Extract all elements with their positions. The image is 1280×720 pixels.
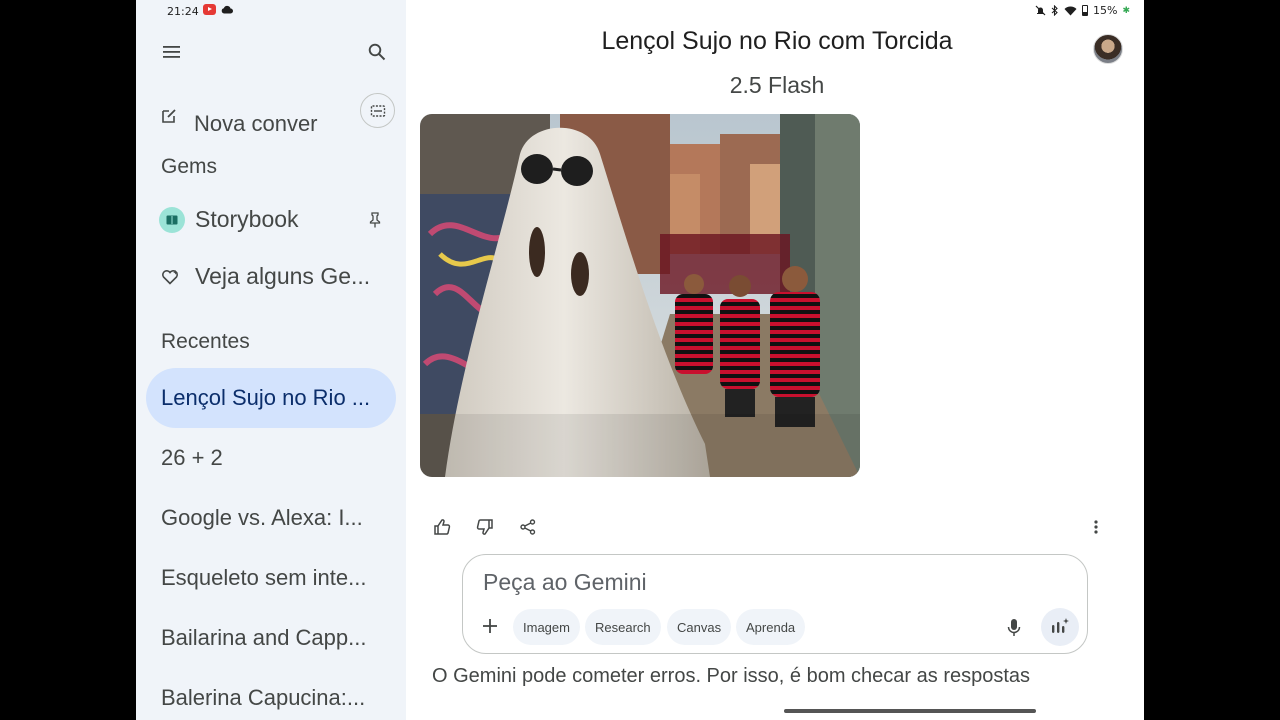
recent-chat-label: Bailarina and Capp... (161, 625, 367, 650)
battery-icon (1082, 5, 1088, 16)
search-icon (368, 43, 386, 61)
gem-storybook[interactable]: Storybook (159, 206, 299, 233)
recent-chat-item[interactable]: Esqueleto sem inte... (146, 548, 396, 608)
youtube-notification-icon (203, 4, 216, 15)
book-icon (159, 206, 185, 233)
thumbs-up-icon (434, 519, 451, 535)
home-indicator[interactable] (784, 709, 1036, 713)
recent-chat-label: Balerina Capucina:... (161, 685, 366, 710)
chat-title[interactable]: Lençol Sujo no Rio com Torcida (406, 27, 1144, 56)
chip-learn[interactable]: Aprenda (736, 609, 806, 645)
prompt-box: Imagem Research Canvas Aprenda (462, 554, 1088, 654)
screen-cast-icon (370, 104, 385, 117)
cloud-icon (221, 5, 233, 14)
bluetooth-icon (1051, 5, 1058, 16)
disclaimer-text: O Gemini pode cometer erros. Por isso, é… (432, 665, 1031, 687)
model-selector[interactable]: 2.5 Flash (406, 72, 1144, 99)
microphone-button[interactable] (1003, 615, 1025, 641)
mute-icon (1035, 5, 1046, 16)
gem-heart-icon (162, 269, 178, 285)
search-button[interactable] (362, 37, 392, 67)
menu-button[interactable] (157, 37, 187, 67)
chip-image[interactable]: Imagem (513, 609, 580, 645)
chat-main: 15% ✱ Lençol Sujo no Rio com Torcida 2.5… (406, 0, 1144, 720)
recent-chat-item[interactable]: Bailarina and Capp... (146, 608, 396, 668)
chip-canvas[interactable]: Canvas (667, 609, 732, 645)
recent-chat-item[interactable]: Google vs. Alexa: I... (146, 488, 396, 548)
sidebar: 21:24 Nova conver Gems Storybook Veja al… (136, 0, 406, 720)
generated-image[interactable] (420, 114, 860, 477)
gemini-app-screen: 21:24 Nova conver Gems Storybook Veja al… (136, 0, 1144, 720)
battery-level: 15% (1093, 4, 1118, 17)
recent-heading: Recentes (161, 330, 250, 353)
more-vert-icon (1094, 520, 1098, 534)
recent-chat-label: 26 + 2 (161, 445, 223, 470)
thumbs-up-button[interactable] (430, 515, 454, 539)
avatar[interactable] (1093, 34, 1123, 64)
share-button[interactable] (516, 515, 540, 539)
explore-gems-label: Veja alguns Ge... (195, 263, 371, 289)
gem-storybook-label: Storybook (195, 206, 299, 232)
add-attachment-button[interactable] (477, 613, 503, 639)
recent-chat-item[interactable]: Balerina Capucina:... (146, 668, 396, 720)
share-icon (520, 519, 536, 535)
menu-icon (163, 46, 180, 58)
chip-research[interactable]: Research (585, 609, 661, 645)
live-mode-button[interactable] (1041, 608, 1079, 646)
live-waveform-icon (1052, 618, 1069, 633)
status-time: 21:24 (167, 5, 199, 18)
plus-icon (483, 619, 497, 633)
charging-dot-icon: ✱ (1122, 5, 1130, 16)
recent-chat-item[interactable]: Lençol Sujo no Rio ... (146, 368, 396, 428)
recent-chat-label: Lençol Sujo no Rio ... (161, 385, 371, 410)
new-chat-button[interactable]: Nova conver (160, 98, 318, 134)
thumbs-down-button[interactable] (473, 515, 497, 539)
recent-chat-label: Esqueleto sem inte... (161, 565, 367, 590)
prompt-input[interactable] (483, 567, 1023, 597)
gems-heading: Gems (161, 155, 218, 178)
pin-icon[interactable] (369, 212, 381, 233)
more-options-button[interactable] (1084, 515, 1108, 539)
status-icons: 15% ✱ (1035, 4, 1130, 17)
recent-chat-label: Google vs. Alexa: I... (161, 505, 363, 530)
wifi-icon (1064, 6, 1077, 15)
new-chat-label: Nova conver (194, 111, 318, 134)
edit-icon (162, 109, 176, 123)
explore-gems-link[interactable]: Veja alguns Ge... (161, 263, 370, 290)
recent-chat-item[interactable]: 26 + 2 (146, 428, 396, 488)
thumbs-down-icon (476, 519, 493, 535)
microphone-icon (1007, 619, 1021, 636)
cast-button[interactable] (360, 93, 395, 128)
